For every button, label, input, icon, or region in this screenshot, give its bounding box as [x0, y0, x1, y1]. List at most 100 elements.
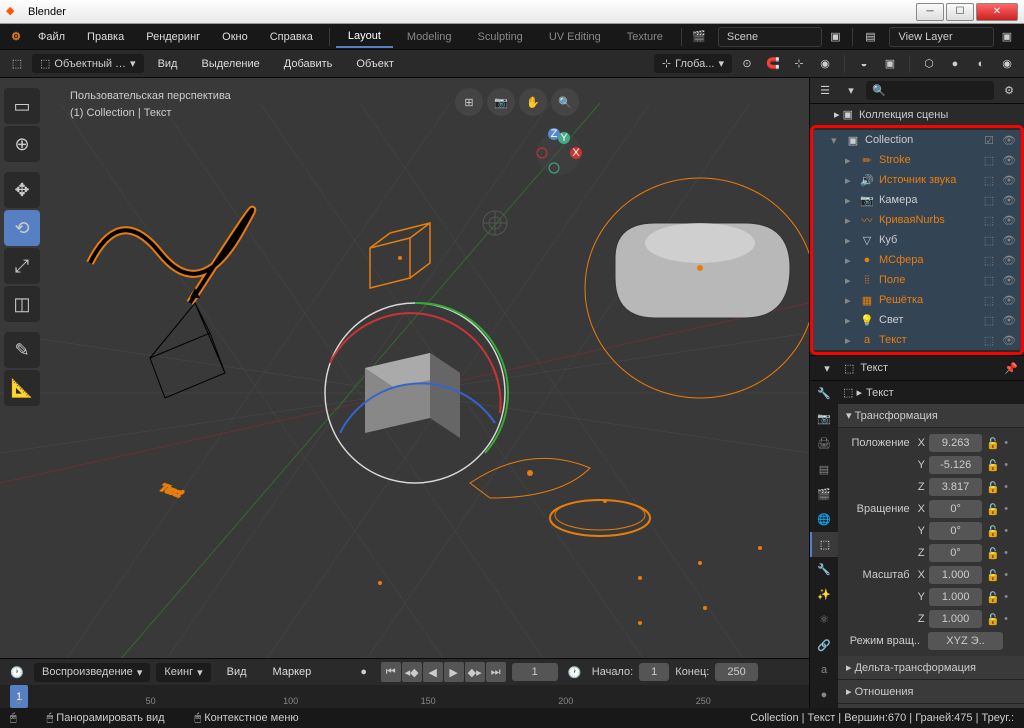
eye-icon[interactable]: 👁	[1001, 334, 1017, 347]
eye-icon[interactable]: 👁	[1001, 214, 1017, 227]
keying-dropdown[interactable]: Кеинг ▾	[156, 663, 210, 682]
ptab-modifier[interactable]: 🔧	[810, 557, 838, 582]
pan-icon[interactable]: ✋	[519, 88, 547, 116]
tab-uv[interactable]: UV Editing	[537, 27, 613, 47]
restrict-icon[interactable]: ⬚	[981, 234, 997, 247]
eye-icon[interactable]: 👁	[1001, 274, 1017, 287]
ptab-viewlayer[interactable]: ▤	[810, 456, 838, 481]
ptab-constraint[interactable]: 🔗	[810, 633, 838, 658]
scene-browse-icon[interactable]: ▣	[824, 26, 846, 48]
outliner-type-icon[interactable]: ☰	[814, 80, 836, 102]
ptab-world[interactable]: 🌐	[810, 507, 838, 532]
play-rev-icon[interactable]: ◀	[423, 662, 443, 682]
mode-dropdown[interactable]: ⬚Объектный …▾	[32, 54, 144, 73]
maximize-button[interactable]: ☐	[946, 3, 974, 21]
camera-view-icon[interactable]: ⊞	[455, 88, 483, 116]
outliner-search[interactable]: 🔍	[866, 81, 994, 100]
tool-cursor[interactable]: ⊕	[4, 126, 40, 162]
keyframe-next-icon[interactable]: ◆▸	[465, 662, 485, 682]
xray-icon[interactable]: ▣	[879, 53, 901, 75]
outliner-item[interactable]: ▸🔊Источник звука⬚👁	[813, 170, 1021, 190]
ptab-tool[interactable]: 🔧	[810, 381, 838, 406]
shading-matprev-icon[interactable]: ◐	[970, 53, 992, 75]
outliner-item[interactable]: ▸▽Куб⬚👁	[813, 230, 1021, 250]
menu-file[interactable]: Файл	[28, 27, 75, 47]
timeline-marker[interactable]: Маркер	[263, 662, 322, 682]
keyframe-prev-icon[interactable]: ◂◆	[402, 662, 422, 682]
restrict-icon[interactable]: ⬚	[981, 334, 997, 347]
tool-select[interactable]: ▭	[4, 88, 40, 124]
rot-mode[interactable]: XYZ Э..	[928, 632, 1003, 650]
nav-gizmo[interactable]: X Y Z	[534, 128, 584, 178]
tool-rotate[interactable]: ⟲	[4, 210, 40, 246]
outliner-scene-collection[interactable]: ▸ ▣ Коллекция сцены	[810, 104, 1024, 125]
lock-icon[interactable]: 🔓	[986, 503, 1000, 516]
lock-icon[interactable]: 🔓	[986, 437, 1000, 450]
timeline-view[interactable]: Вид	[217, 662, 257, 682]
scale-z[interactable]: 1.000	[929, 610, 983, 628]
eye-icon[interactable]: 👁	[1001, 234, 1017, 247]
overlay-icon[interactable]: ◒	[853, 53, 875, 75]
menu-object[interactable]: Объект	[346, 54, 403, 74]
timeline-ruler[interactable]: 1 0 50 100 150 200 250	[0, 685, 809, 708]
ptab-output[interactable]: 🖨	[810, 431, 838, 456]
blender-logo[interactable]: ⚙	[6, 27, 26, 47]
shading-solid-icon[interactable]: ●	[944, 53, 966, 75]
section-delta[interactable]: ▸ Дельта-трансформация	[838, 656, 1024, 680]
lock-icon[interactable]: 🔓	[986, 459, 1000, 472]
rot-x[interactable]: 0°	[929, 500, 982, 518]
autokey-icon[interactable]: ●	[353, 661, 375, 683]
outliner-item[interactable]: ▸aТекст⬚👁	[813, 330, 1021, 350]
restrict-icon[interactable]: ⬚	[981, 194, 997, 207]
pos-x[interactable]: 9.263	[929, 434, 982, 452]
lock-icon[interactable]: 🔓	[986, 613, 1000, 626]
timeline-type-icon[interactable]: 🕐	[6, 661, 28, 683]
frame-start[interactable]: 1	[639, 663, 669, 681]
viewport-3d[interactable]: ▭ ⊕ ✥ ⟲ ⤢ ◫ ✎ 📐 Пользовательская перспек…	[0, 78, 809, 708]
restrict-icon[interactable]: ⬚	[981, 274, 997, 287]
tab-sculpting[interactable]: Sculpting	[466, 27, 535, 47]
tool-transform[interactable]: ◫	[4, 286, 40, 322]
exclude-icon[interactable]: ☑	[981, 134, 997, 147]
eye-icon[interactable]: 👁	[1001, 254, 1017, 267]
shading-wire-icon[interactable]: ⬡	[918, 53, 940, 75]
lock-icon[interactable]: 🔓	[986, 547, 1000, 560]
outliner-collection-row[interactable]: ▾▣Collection ☑ 👁	[813, 130, 1021, 150]
shading-render-icon[interactable]: ◉	[996, 53, 1018, 75]
editor-type-icon[interactable]: ⬚	[6, 53, 28, 75]
scale-x[interactable]: 1.000	[929, 566, 982, 584]
section-relations[interactable]: ▸ Отношения	[838, 680, 1024, 704]
ptab-particle[interactable]: ✨	[810, 582, 838, 607]
ptab-data[interactable]: a	[810, 658, 838, 683]
menu-window[interactable]: Окно	[212, 27, 258, 47]
viewlayer-browse-icon[interactable]: ▣	[996, 26, 1018, 48]
pin-icon[interactable]: 📌	[1004, 362, 1018, 375]
outliner-item[interactable]: ▸📷Камера⬚👁	[813, 190, 1021, 210]
outliner-item[interactable]: ▸▦Решётка⬚👁	[813, 290, 1021, 310]
restrict-icon[interactable]: ⬚	[981, 314, 997, 327]
pivot-icon[interactable]: ⊙	[736, 53, 758, 75]
outliner-item[interactable]: ▸●МСфера⬚👁	[813, 250, 1021, 270]
zoom-icon[interactable]: 🔍	[551, 88, 579, 116]
outliner-item[interactable]: ▸✏Stroke⬚👁	[813, 150, 1021, 170]
pos-y[interactable]: -5.126	[929, 456, 982, 474]
play-icon[interactable]: ▶	[444, 662, 464, 682]
orientation-dropdown[interactable]: ⊹Глоба...▾	[654, 54, 732, 73]
close-button[interactable]: ✕	[976, 3, 1018, 21]
minimize-button[interactable]: ─	[916, 3, 944, 21]
ptab-material[interactable]: ●	[810, 683, 838, 708]
tool-measure[interactable]: 📐	[4, 370, 40, 406]
eye-icon[interactable]: 👁	[1001, 294, 1017, 307]
outliner-display-icon[interactable]: ▾	[840, 80, 862, 102]
outliner-item[interactable]: ▸〰КриваяNurbs⬚👁	[813, 210, 1021, 230]
viewlayer-icon[interactable]: ▤	[859, 26, 881, 48]
lock-icon[interactable]: 🔓	[986, 569, 1000, 582]
propedit-icon[interactable]: ◉	[814, 53, 836, 75]
snapto-icon[interactable]: ⊹	[788, 53, 810, 75]
current-frame[interactable]: 1	[512, 663, 558, 681]
ptab-render[interactable]: 📷	[810, 406, 838, 431]
eye-icon[interactable]: 👁	[1001, 194, 1017, 207]
restrict-icon[interactable]: ⬚	[981, 254, 997, 267]
viewlayer-field[interactable]: View Layer	[889, 27, 994, 47]
playback-dropdown[interactable]: Воспроизведение ▾	[34, 663, 150, 682]
